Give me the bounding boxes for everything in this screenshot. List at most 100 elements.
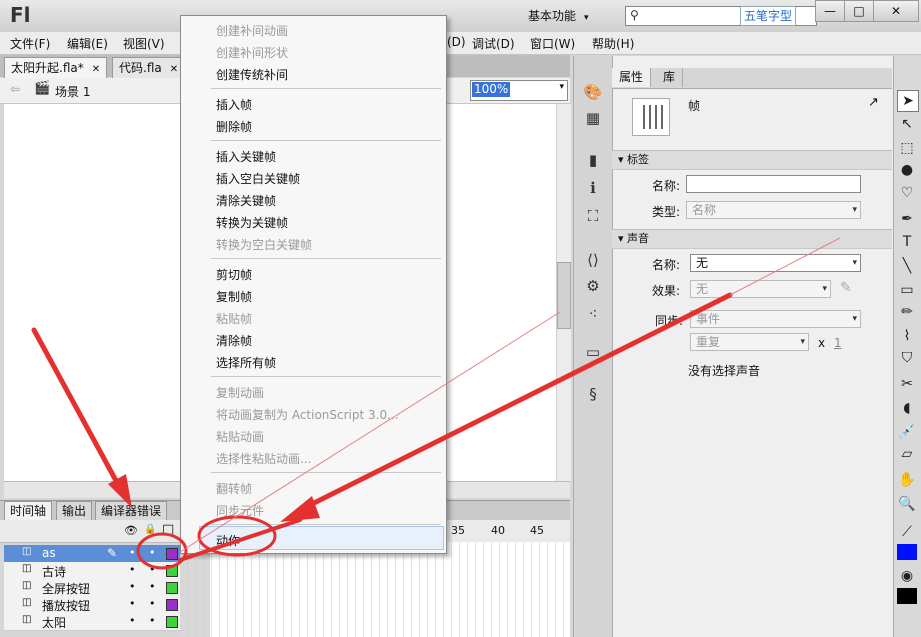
sound-sync-select[interactable]: 事件 ▾ <box>690 310 861 328</box>
lock-icon[interactable]: 🔒 <box>144 524 156 535</box>
align-icon[interactable]: ▮ <box>582 150 604 170</box>
eraser-icon[interactable]: ▱ <box>897 444 917 464</box>
section-sound-header[interactable]: ▾ 声音 <box>612 229 892 249</box>
zoom-select[interactable]: 100% ▾ <box>470 80 568 101</box>
context-menu-item[interactable]: 插入空白关键帧 <box>216 170 300 187</box>
minimize-button[interactable]: — <box>815 0 845 22</box>
lasso-icon[interactable]: ♡ <box>897 183 917 203</box>
link-icon[interactable]: ↗ <box>868 95 879 110</box>
context-menu-item[interactable]: 转换为关键帧 <box>216 214 288 231</box>
outline-icon[interactable]: □ <box>162 522 174 537</box>
swatches-icon[interactable]: ▦ <box>582 108 604 128</box>
sound-effect-select[interactable]: 无 ▾ <box>690 280 831 298</box>
layer-color-swatch[interactable] <box>166 565 178 577</box>
context-menu-item[interactable]: 插入关键帧 <box>216 148 276 165</box>
close-button[interactable]: ✕ <box>873 0 919 22</box>
subselection-tool-icon[interactable]: ↖ <box>897 114 917 134</box>
layer-row[interactable]: ◫ as ✎ • • <box>4 545 180 563</box>
menu-debug[interactable]: 调试(D) <box>472 35 515 52</box>
bone-tool-icon[interactable]: ✂ <box>897 374 917 394</box>
context-menu-item[interactable]: 插入帧 <box>216 96 252 113</box>
edit-envelope-icon[interactable]: ✎ <box>840 280 852 296</box>
project-icon[interactable]: ▭ <box>582 342 604 362</box>
repeat-count[interactable]: 1 <box>834 336 842 350</box>
visibility-dot[interactable]: • <box>129 546 136 559</box>
context-menu-item[interactable]: 清除帧 <box>216 332 252 349</box>
menu-window[interactable]: 窗口(W) <box>530 35 575 52</box>
lock-dot[interactable]: • <box>149 546 156 559</box>
stroke-swatch-icon[interactable] <box>897 544 917 560</box>
rectangle-tool-icon[interactable]: ▭ <box>897 280 917 300</box>
fill-color-icon[interactable]: ◉ <box>897 566 917 586</box>
tab-timeline[interactable]: 时间轴 <box>4 501 53 520</box>
transform-icon[interactable]: ⛶ <box>582 206 604 226</box>
scrollbar-thumb[interactable] <box>557 262 571 329</box>
context-menu-item[interactable]: 选择所有帧 <box>216 354 276 371</box>
tab-output[interactable]: 输出 <box>56 501 93 520</box>
tab-properties[interactable]: 属性 <box>612 68 652 87</box>
label-type-select[interactable]: 名称 ▾ <box>686 201 861 219</box>
visibility-dot[interactable]: • <box>129 597 136 610</box>
layer-row[interactable]: ◫ 播放按钮 • • <box>4 596 180 614</box>
selection-tool-icon[interactable]: ➤ <box>897 90 919 112</box>
tab-document-2[interactable]: 代码.fla ✕ <box>112 57 186 78</box>
close-icon[interactable]: ✕ <box>170 64 178 75</box>
selected-frames[interactable] <box>180 542 210 637</box>
context-menu-item[interactable]: 清除关键帧 <box>216 192 276 209</box>
context-menu-item[interactable]: 删除帧 <box>216 118 252 135</box>
sound-name-select[interactable]: 无 ▾ <box>690 254 861 272</box>
visibility-dot[interactable]: • <box>129 563 136 576</box>
3d-rotation-icon[interactable]: ● <box>897 160 917 180</box>
color-palette-icon[interactable]: 🎨 <box>582 82 604 102</box>
menu-help[interactable]: 帮助(H) <box>592 35 634 52</box>
deco-tool-icon[interactable]: ⛉ <box>897 348 917 368</box>
lock-dot[interactable]: • <box>149 597 156 610</box>
zoom-tool-icon[interactable]: 🔍 <box>897 494 917 514</box>
motion-presets-icon[interactable]: ⁖ <box>582 304 604 324</box>
tab-document-1[interactable]: 太阳升起.fla* ✕ <box>4 57 108 78</box>
menu-debug-partial[interactable]: (D) <box>447 35 466 49</box>
visibility-dot[interactable]: • <box>129 614 136 627</box>
paint-bucket-icon[interactable]: ◖ <box>897 398 917 418</box>
menu-view[interactable]: 视图(V) <box>123 35 165 52</box>
stroke-color-icon[interactable]: ⟋ <box>897 522 917 542</box>
code-snippets-icon[interactable]: ⟨⟩ <box>582 250 604 270</box>
maximize-button[interactable]: □ <box>844 0 874 22</box>
pencil-tool-icon[interactable]: ✏ <box>897 302 917 322</box>
layer-color-swatch[interactable] <box>166 548 178 560</box>
back-arrow-icon[interactable]: ⇦ <box>10 82 20 96</box>
visibility-dot[interactable]: • <box>129 580 136 593</box>
layer-color-swatch[interactable] <box>166 582 178 594</box>
close-icon[interactable]: ✕ <box>92 64 100 75</box>
help-search-input[interactable]: ⚲ 五笔字型 <box>625 6 817 26</box>
tab-compiler-errors[interactable]: 编译器错误 <box>95 501 168 520</box>
line-tool-icon[interactable]: ╲ <box>897 256 917 276</box>
layer-row[interactable]: ◫ 古诗 • • <box>4 562 180 580</box>
lock-dot[interactable]: • <box>149 614 156 627</box>
frame-name-input[interactable] <box>686 175 861 193</box>
context-menu-item[interactable]: 创建传统补间 <box>216 66 288 83</box>
layer-row[interactable]: ◫ 全屏按钮 • • <box>4 579 180 597</box>
frame-grid[interactable] <box>180 542 570 637</box>
eye-icon[interactable]: 👁 <box>124 524 138 537</box>
behaviors-icon[interactable]: § <box>582 384 604 404</box>
layer-color-swatch[interactable] <box>166 616 178 628</box>
workspace-switcher[interactable]: 基本功能 ▾ <box>528 7 589 24</box>
layer-row[interactable]: ◫ 太阳 • • <box>4 613 180 631</box>
context-menu-item[interactable]: 剪切帧 <box>216 266 252 283</box>
menu-edit[interactable]: 编辑(E) <box>67 35 108 52</box>
menu-file[interactable]: 文件(F) <box>10 35 50 52</box>
context-menu-item[interactable]: 复制帧 <box>216 288 252 305</box>
info-icon[interactable]: ℹ <box>582 178 604 198</box>
brush-tool-icon[interactable]: ⌇ <box>897 326 917 346</box>
lock-dot[interactable]: • <box>149 580 156 593</box>
text-tool-icon[interactable]: T <box>897 232 917 252</box>
pen-tool-icon[interactable]: ✒ <box>897 209 917 229</box>
fill-swatch-icon[interactable] <box>897 588 917 604</box>
eyedropper-icon[interactable]: 💉 <box>897 422 917 442</box>
section-label-header[interactable]: ▾ 标签 <box>612 150 892 170</box>
lock-dot[interactable]: • <box>149 563 156 576</box>
hand-tool-icon[interactable]: ✋ <box>897 470 917 490</box>
layer-color-swatch[interactable] <box>166 599 178 611</box>
free-transform-icon[interactable]: ⬚ <box>897 138 917 158</box>
